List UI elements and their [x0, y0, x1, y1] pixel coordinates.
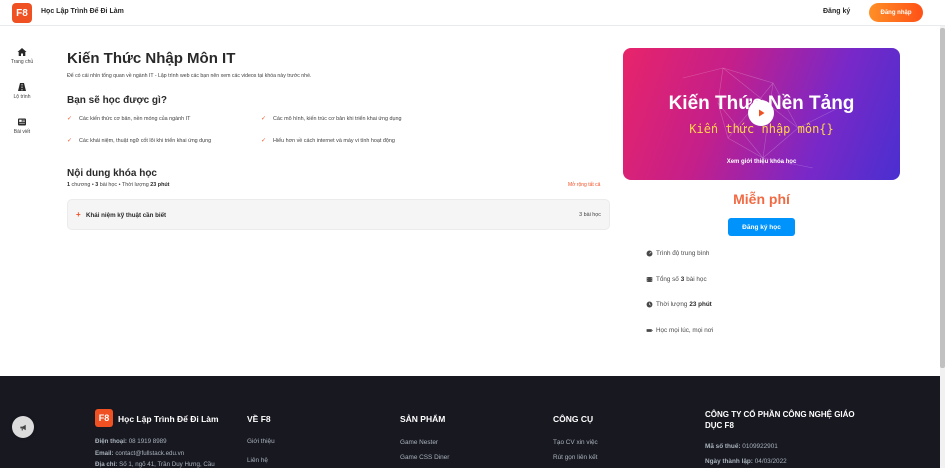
footer-address-value: Số 1, ngõ 41, Trần Duy Hưng, Cầu: [119, 461, 215, 468]
learn-item-text: Các mô hình, kiến trúc cơ bản khi triển …: [273, 115, 402, 122]
course-price: Miễn phí: [733, 191, 790, 207]
learn-item-text: Hiểu hơn về cách internet và máy vi tính…: [273, 137, 395, 144]
play-icon: [759, 109, 765, 117]
footer-link-game-nester[interactable]: Game Nester: [400, 439, 438, 446]
footer-email-label: Email:: [95, 450, 114, 457]
footer-founded-value: 04/03/2022: [754, 458, 787, 465]
learn-item: ✓ Hiểu hơn về cách internet và máy vi tí…: [261, 137, 395, 145]
footer-link-about[interactable]: Giới thiệu: [247, 438, 275, 445]
duration-value: 23 phút: [150, 182, 170, 188]
top-header: F8 Học Lập Trình Để Đi Làm Đăng ký Đăng …: [0, 0, 945, 26]
footer-phone-label: Điện thoại:: [95, 438, 127, 445]
footer-f8-logo[interactable]: F8: [95, 409, 113, 427]
footer-founded: Ngày thành lập: 04/03/2022: [705, 458, 787, 465]
plus-icon: +: [76, 210, 81, 219]
footer-brand: Học Lập Trình Để Đi Làm: [118, 414, 219, 424]
signup-button[interactable]: Đăng ký: [823, 8, 850, 15]
lesson-count: 3: [95, 182, 99, 188]
road-icon: [18, 83, 26, 91]
page-scrollbar[interactable]: [940, 26, 945, 468]
footer-link-game-css[interactable]: Game CSS Diner: [400, 454, 449, 461]
chat-widget-button[interactable]: [12, 416, 34, 438]
home-icon: [17, 48, 27, 56]
brand-title[interactable]: Học Lập Trình Để Đi Làm: [41, 8, 124, 15]
check-icon: ✓: [261, 116, 267, 122]
info-level: Trình độ trung bình: [646, 250, 709, 257]
footer-tax: Mã số thuế: 0109922901: [705, 443, 778, 450]
check-icon: ✓: [67, 116, 73, 122]
sidebar-item-roadmap[interactable]: Lộ trình: [2, 82, 42, 112]
play-button[interactable]: [748, 100, 774, 126]
scrollbar-thumb[interactable]: [940, 28, 945, 368]
course-title: Kiến Thức Nhập Môn IT: [67, 50, 236, 67]
info-total-suffix: bài học: [686, 276, 707, 283]
footer-company-name: CÔNG TY CỔ PHẦN CÔNG NGHỆ GIÁO DỤC F8: [705, 410, 855, 430]
course-description: Để có cái nhìn tổng quan về ngành IT - L…: [67, 73, 312, 79]
check-icon: ✓: [261, 138, 267, 144]
info-anywhere: Học mọi lúc, mọi nơi: [646, 327, 713, 334]
duration-label: Thời lượng: [121, 182, 149, 188]
clock-icon: [646, 301, 653, 308]
film-icon: [646, 277, 653, 282]
battery-icon: [646, 329, 653, 332]
learn-item: ✓ Các mô hình, kiến trúc cơ bản khi triể…: [261, 115, 402, 123]
info-duration-value: 23 phút: [689, 301, 712, 308]
info-duration: Thời lượng 23 phút: [646, 301, 714, 308]
learn-item-text: Các khái niệm, thuật ngữ cốt lõi khi tri…: [79, 137, 212, 144]
info-total: Tổng số 3 bài học: [646, 276, 707, 283]
gauge-icon: [646, 250, 653, 257]
footer-tax-value: 0109922901: [742, 443, 778, 450]
chapter-row[interactable]: + Khái niệm kỹ thuật cần biết 3 bài học: [67, 199, 610, 230]
check-icon: ✓: [67, 138, 73, 144]
footer-email: Email: contact@fullstack.edu.vn: [95, 450, 184, 457]
lesson-label: bài học: [99, 182, 118, 188]
chapter-label: chương: [71, 182, 91, 188]
footer-link-cv[interactable]: Tạo CV xin việc: [553, 439, 598, 446]
footer-products-title: SẢN PHẨM: [400, 414, 446, 424]
sidebar-item-label: Lộ trình: [13, 94, 31, 100]
expand-all-link[interactable]: Mở rộng tất cả: [568, 182, 600, 188]
footer-phone: Điện thoại: 08 1919 8989: [95, 438, 167, 445]
footer-tax-label: Mã số thuế:: [705, 443, 741, 450]
info-level-text: Trình độ trung bình: [656, 250, 710, 257]
footer-address-label: Địa chỉ:: [95, 461, 118, 468]
info-total-value: 3: [680, 276, 685, 283]
content-meta: 1 chương • 3 bài học • Thời lượng 23 phú…: [67, 182, 170, 188]
preview-caption: Xem giới thiệu khóa học: [726, 159, 797, 165]
info-total-label: Tổng số: [656, 276, 679, 283]
sidebar-item-label: Trang chủ: [10, 59, 34, 65]
info-anywhere-text: Học mọi lúc, mọi nơi: [656, 327, 714, 334]
content-heading: Nội dung khóa học: [67, 168, 157, 179]
chapter-lesson-count: 3 bài học: [579, 212, 601, 218]
footer-email-value[interactable]: contact@fullstack.edu.vn: [115, 450, 184, 457]
footer-about-title: VỀ F8: [247, 414, 271, 424]
footer-founded-label: Ngày thành lập:: [705, 458, 753, 465]
course-preview-video[interactable]: Kiến Thức Nền Tảng Kiến thức nhập môn{} …: [623, 48, 900, 180]
newspaper-icon: [18, 118, 26, 126]
chapter-title: Khái niệm kỹ thuật cần biết: [86, 212, 167, 219]
learn-item: ✓ Các khái niệm, thuật ngữ cốt lõi khi t…: [67, 137, 212, 145]
f8-logo[interactable]: F8: [12, 3, 32, 23]
footer-link-shortener[interactable]: Rút gọn liên kết: [553, 454, 597, 461]
footer-address: Địa chỉ: Số 1, ngõ 41, Trần Duy Hưng, Cầ…: [95, 461, 215, 468]
learn-item-text: Các kiến thức cơ bản, nền móng của ngành…: [79, 115, 191, 122]
learn-heading: Bạn sẽ học được gì?: [67, 95, 167, 106]
footer: F8 Học Lập Trình Để Đi Làm Điện thoại: 0…: [0, 376, 940, 468]
megaphone-icon: [19, 424, 26, 430]
footer-phone-value: 08 1919 8989: [128, 438, 167, 445]
enroll-button[interactable]: Đăng ký học: [728, 218, 795, 236]
footer-tools-title: CÔNG CỤ: [553, 414, 594, 424]
login-button[interactable]: Đăng nhập: [869, 3, 923, 22]
learn-item: ✓ Các kiến thức cơ bản, nền móng của ngà…: [67, 115, 191, 123]
footer-link-contact[interactable]: Liên hệ: [247, 457, 268, 464]
sidebar-item-home[interactable]: Trang chủ: [2, 47, 42, 77]
sidebar-item-blog[interactable]: Bài viết: [2, 117, 42, 147]
sidebar-item-label: Bài viết: [13, 129, 31, 135]
chapter-count: 1: [67, 182, 70, 188]
info-duration-label: Thời lượng: [656, 301, 688, 308]
